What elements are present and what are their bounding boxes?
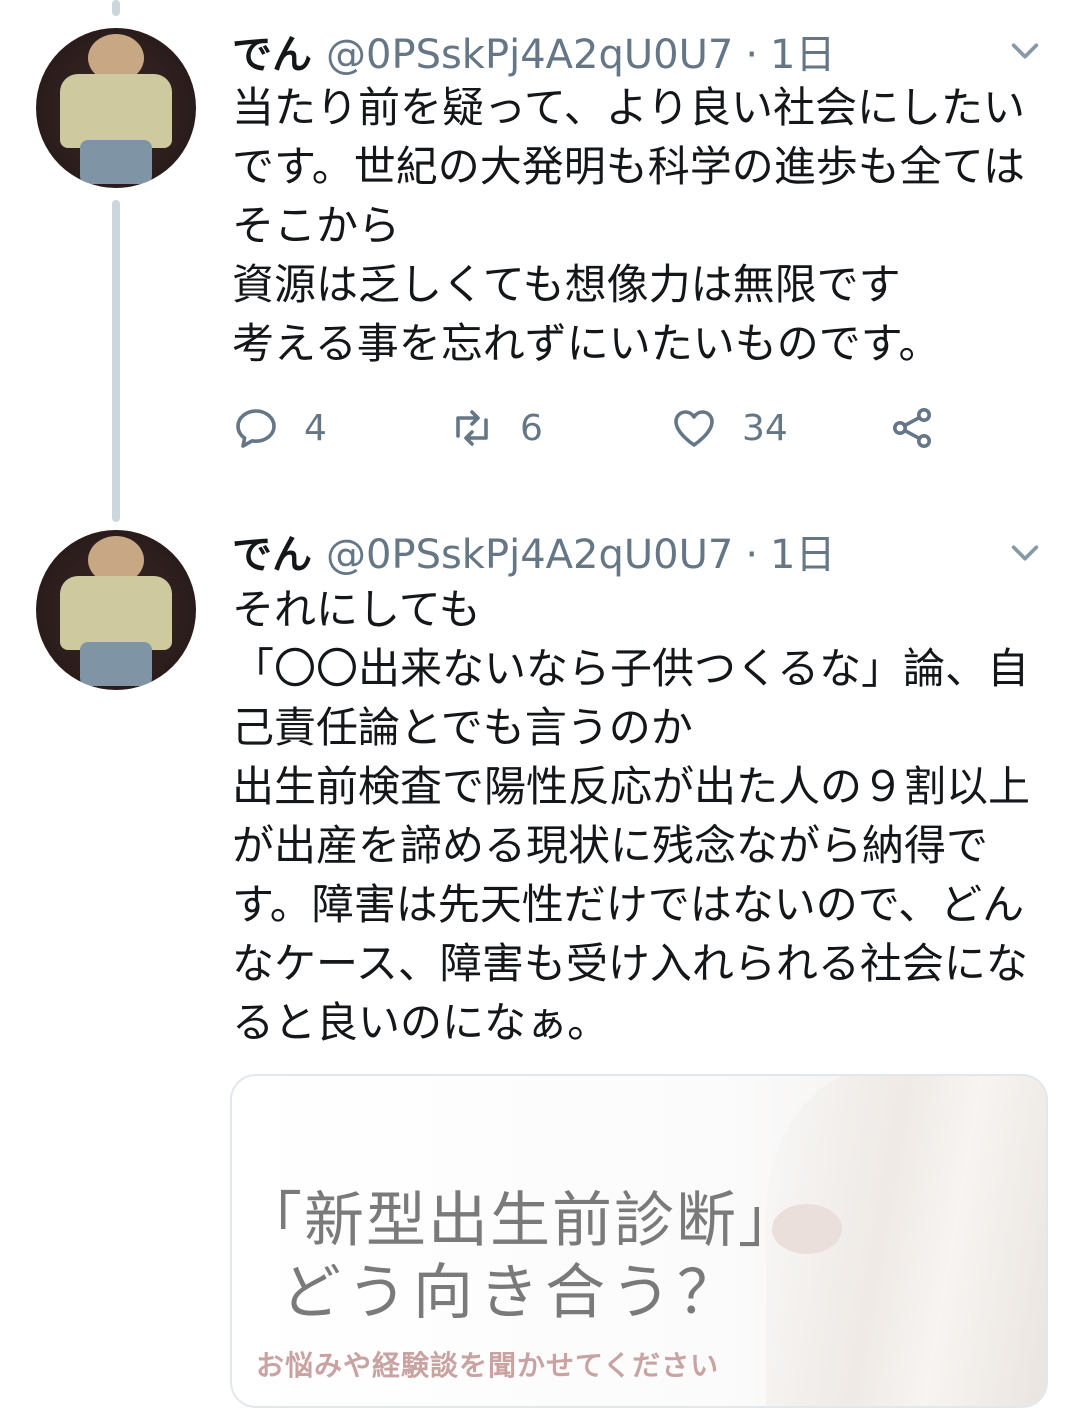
chevron-down-icon[interactable] bbox=[1008, 34, 1042, 68]
avatar-legs bbox=[80, 642, 152, 686]
separator: · bbox=[745, 532, 759, 578]
retweet-button[interactable]: 6 bbox=[448, 404, 543, 452]
timestamp[interactable]: 1日 bbox=[770, 522, 835, 580]
avatar-body bbox=[60, 576, 172, 650]
share-button[interactable] bbox=[888, 404, 960, 452]
tweet-actions: 4 6 34 bbox=[232, 404, 952, 460]
like-button[interactable]: 34 bbox=[670, 404, 788, 452]
reply-count: 4 bbox=[304, 407, 327, 449]
link-card[interactable]: 「新型出生前診断」 どう向き合う？ お悩みや経験談を聞かせてください bbox=[230, 1074, 1048, 1408]
avatar-body bbox=[60, 74, 172, 148]
tweet-text: それにしても 「〇〇出来ないなら子供つくるな」論、自己責任論とでも言うのか 出生… bbox=[232, 585, 1031, 1047]
avatar-legs bbox=[80, 140, 152, 184]
avatar[interactable] bbox=[36, 530, 196, 690]
card-subtitle: どう向き合う？ bbox=[281, 1258, 743, 1328]
user-handle[interactable]: @0PSskPj4A2qU0U7 bbox=[326, 532, 733, 578]
card-caption: お悩みや経験談を聞かせてください bbox=[256, 1349, 720, 1382]
share-icon bbox=[893, 408, 931, 448]
tweet-header: でん @0PSskPj4A2qU0U7 · 1日 bbox=[232, 22, 835, 78]
tweet[interactable]: でん @0PSskPj4A2qU0U7 · 1日 当たり前を疑って、より良い社会… bbox=[0, 0, 1080, 500]
chevron-down-icon[interactable] bbox=[1008, 536, 1042, 570]
display-name[interactable]: でん bbox=[232, 522, 312, 580]
reply-icon bbox=[236, 409, 276, 448]
reply-button[interactable]: 4 bbox=[232, 404, 327, 452]
retweet-icon bbox=[456, 410, 488, 446]
display-name[interactable]: でん bbox=[232, 22, 312, 80]
heart-icon bbox=[674, 410, 714, 447]
user-handle[interactable]: @0PSskPj4A2qU0U7 bbox=[326, 32, 733, 78]
avatar[interactable] bbox=[36, 28, 196, 188]
tweet-text: 当たり前を疑って、より良い社会にしたいです。世紀の大発明も科学の進歩も全てはそこ… bbox=[232, 83, 1025, 368]
tweet-header: でん @0PSskPj4A2qU0U7 · 1日 bbox=[232, 522, 835, 578]
like-count: 34 bbox=[742, 407, 788, 449]
timestamp[interactable]: 1日 bbox=[770, 22, 835, 80]
retweet-count: 6 bbox=[520, 407, 543, 449]
separator: · bbox=[745, 32, 759, 78]
